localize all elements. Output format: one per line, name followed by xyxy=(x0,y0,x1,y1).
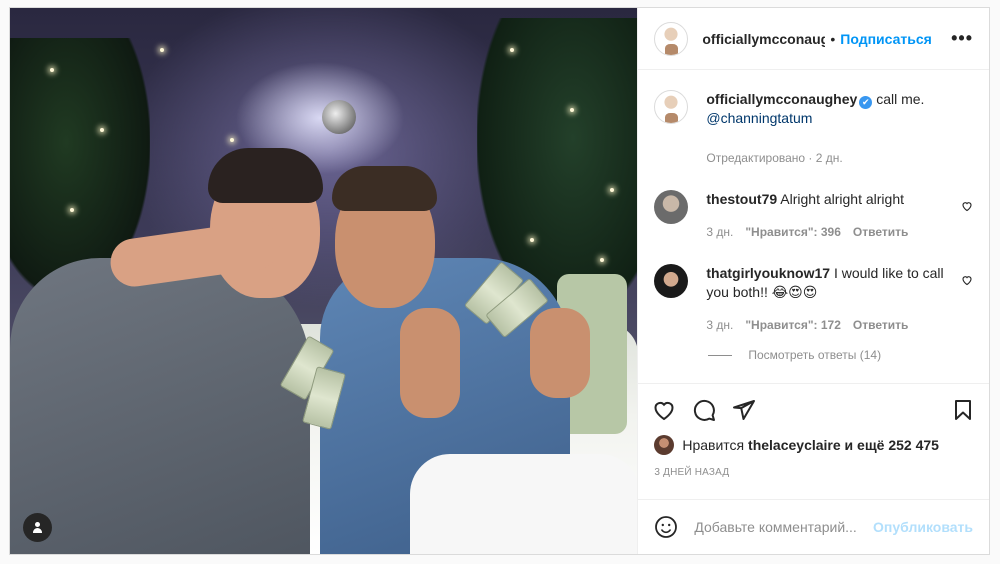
tagged-users-icon[interactable] xyxy=(23,513,52,542)
photo-light xyxy=(530,238,534,242)
verified-badge-icon: ✔ xyxy=(859,96,873,109)
liker-username[interactable]: thelaceyclaire xyxy=(748,437,841,453)
publish-button[interactable]: Опубликовать xyxy=(873,519,973,535)
post-date[interactable]: 3 ДНЕЙ НАЗАД xyxy=(638,467,989,499)
post-sidebar: officiallymcconaug • Подписаться ••• off… xyxy=(637,8,989,554)
comment-like-heart-icon[interactable] xyxy=(961,200,973,212)
view-replies-button[interactable]: Посмотреть ответы (14) xyxy=(708,348,973,362)
photo-person-right-arm xyxy=(530,308,590,398)
photo-light xyxy=(230,138,234,142)
photo-person-left xyxy=(10,258,310,554)
comment-item: thatgirlyouknow17 I would like to call y… xyxy=(654,264,973,335)
photo-light xyxy=(570,108,574,112)
comments-list[interactable]: officiallymcconaughey ✔ call me. @channin… xyxy=(638,70,989,383)
comment-bubble-icon[interactable] xyxy=(692,398,716,422)
liker-avatar xyxy=(654,435,675,455)
photo-light xyxy=(100,128,104,132)
photo-light xyxy=(70,208,74,212)
caption-avatar[interactable] xyxy=(654,90,689,124)
comment-like-heart-icon[interactable] xyxy=(961,274,973,286)
comment-likes[interactable]: "Нравится": 396 xyxy=(745,223,841,242)
photo-person-right-arm xyxy=(400,308,460,418)
caption: officiallymcconaughey ✔ call me. @channin… xyxy=(654,90,973,168)
likes-summary[interactable]: Нравится thelaceyclaire и ещё 252 475 xyxy=(638,435,989,455)
likes-count[interactable]: и ещё 252 475 xyxy=(845,437,939,453)
comment-reply-button[interactable]: Ответить xyxy=(853,223,908,242)
photo-disco-ball xyxy=(322,100,356,134)
add-comment-bar: Добавьте комментарий... Опубликовать xyxy=(638,499,989,554)
header-separator: • xyxy=(830,30,836,47)
caption-edited: Отредактировано · 2 дн. xyxy=(706,151,843,165)
post-photo[interactable] xyxy=(10,8,638,554)
comment-text: Alright alright alright xyxy=(780,191,905,207)
photo-person-left-hair xyxy=(208,148,323,203)
caption-username[interactable]: officiallymcconaughey xyxy=(706,91,857,107)
commenter-avatar[interactable] xyxy=(654,264,689,298)
comment-input[interactable]: Добавьте комментарий... xyxy=(694,519,873,535)
author-username[interactable]: officiallymcconaug xyxy=(702,31,825,47)
caption-text: call me. xyxy=(876,91,925,107)
comment-time[interactable]: 3 дн. xyxy=(706,223,733,242)
comment-username[interactable]: thestout79 xyxy=(706,191,777,207)
likes-prefix: Нравится xyxy=(682,437,745,453)
photo-light xyxy=(160,48,164,52)
comment-item: thestout79 Alright alright alright 3 дн.… xyxy=(654,190,973,242)
photo-light xyxy=(610,188,614,192)
view-replies-label: Посмотреть ответы (14) xyxy=(748,348,882,362)
more-options-icon[interactable]: ••• xyxy=(951,28,973,49)
photo-light xyxy=(510,48,514,52)
photo-person-right-hair xyxy=(332,166,437,211)
comment-likes[interactable]: "Нравится": 172 xyxy=(745,316,841,335)
replies-line xyxy=(708,354,733,356)
comment-reply-button[interactable]: Ответить xyxy=(853,316,908,335)
photo-light xyxy=(600,258,604,262)
emoji-smiley-icon[interactable] xyxy=(654,515,678,539)
save-bookmark-icon[interactable] xyxy=(951,398,975,422)
post-actions xyxy=(638,383,989,435)
comment-username[interactable]: thatgirlyouknow17 xyxy=(706,265,830,281)
author-avatar[interactable] xyxy=(654,21,689,56)
commenter-avatar[interactable] xyxy=(654,190,689,224)
caption-mention-link[interactable]: @channingtatum xyxy=(706,110,812,126)
like-heart-icon[interactable] xyxy=(652,398,676,422)
photo-person-right-pants xyxy=(410,454,638,554)
comment-time[interactable]: 3 дн. xyxy=(706,316,733,335)
post-header: officiallymcconaug • Подписаться ••• xyxy=(638,8,989,70)
follow-button[interactable]: Подписаться xyxy=(840,31,932,47)
post-dialog: officiallymcconaug • Подписаться ••• off… xyxy=(9,7,990,555)
photo-light xyxy=(50,68,54,72)
share-paper-plane-icon[interactable] xyxy=(732,398,756,422)
